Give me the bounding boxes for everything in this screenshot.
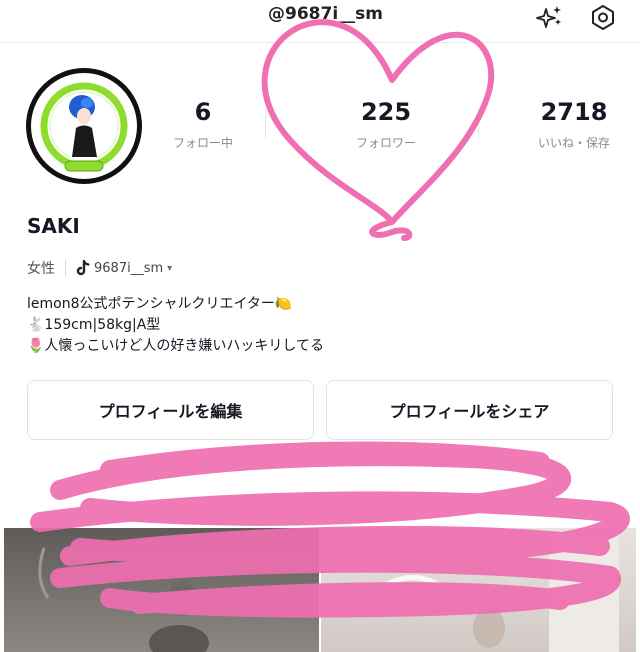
gender-label: 女性 [27, 261, 55, 277]
stat-likes-count: 2718 [540, 98, 608, 126]
bio-line: lemon8公式ポテンシャルクリエイター🍋 [27, 296, 293, 312]
profile-name: SAKI [27, 214, 80, 238]
avatar-illustration [40, 82, 128, 172]
header-username[interactable]: @9687i__sm [268, 4, 383, 24]
stat-likes-label: いいね・保存 [537, 136, 610, 150]
stat-followers-label: フォロワー [355, 136, 416, 150]
stat-following-count: 6 [194, 98, 212, 126]
sparkle-icon[interactable] [534, 4, 564, 30]
post-image [379, 534, 619, 652]
stat-likes[interactable]: 2718 いいね・保存 [512, 98, 636, 151]
tiktok-handle[interactable]: 9687i__sm [94, 261, 163, 276]
post-thumbnail[interactable] [4, 528, 319, 652]
avatar[interactable] [26, 68, 142, 184]
stat-divider [265, 108, 266, 138]
stat-following-label: フォロー中 [172, 136, 233, 150]
bio-line: 🌷人懐っこいけど人の好き嫌いハッキリしてる [27, 338, 325, 354]
edit-profile-button[interactable]: プロフィールを編集 [27, 380, 314, 440]
tiktok-icon [76, 260, 90, 276]
post-thumbnail[interactable] [321, 528, 636, 652]
meta-separator [65, 260, 66, 276]
chevron-down-icon[interactable]: ▾ [167, 263, 172, 274]
share-profile-button[interactable]: プロフィールをシェア [326, 380, 613, 440]
stat-following[interactable]: 6 フォロー中 [143, 98, 263, 151]
profile-meta-row: 女性 9687i__sm ▾ [27, 258, 172, 278]
settings-gear-icon[interactable] [588, 4, 618, 30]
stat-divider [478, 108, 479, 138]
profile-bio: lemon8公式ポテンシャルクリエイター🍋 🐇159cm|58kg|A型 🌷人懐… [27, 294, 324, 357]
post-image [38, 547, 209, 652]
top-bar: @9687i__sm [0, 0, 640, 43]
bio-line: 🐇159cm|58kg|A型 [27, 317, 161, 333]
stat-followers-count: 225 [360, 98, 412, 126]
stat-followers[interactable]: 225 フォロワー [326, 98, 446, 151]
